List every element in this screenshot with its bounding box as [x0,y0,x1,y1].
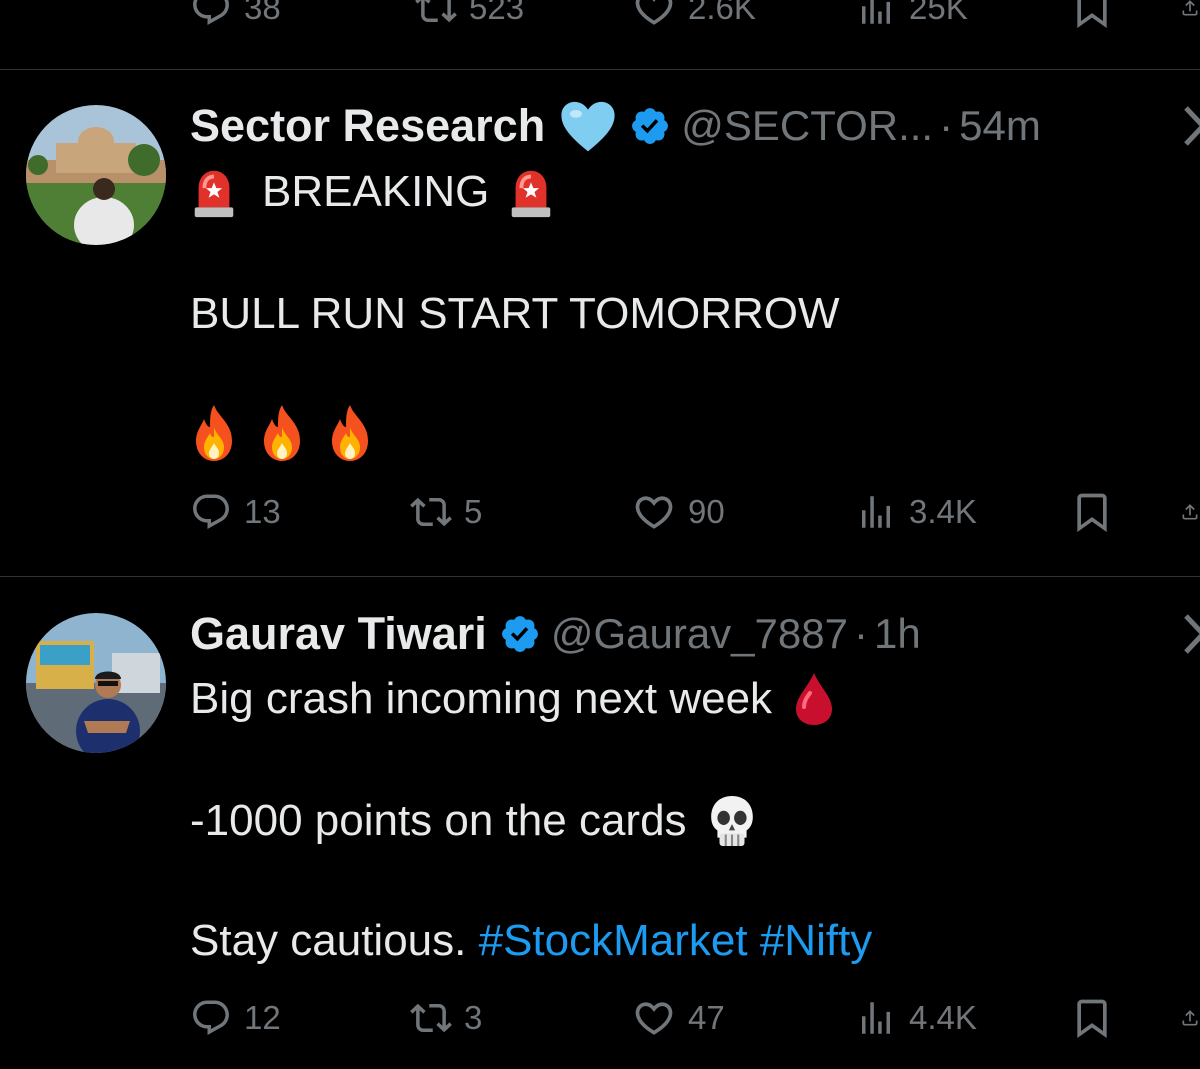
tweet-text-line: -1000 points on the cards [190,790,757,852]
views-count: 4.4K [909,999,977,1036]
verified-badge-icon [632,108,669,144]
like-button[interactable]: 47 [632,988,725,1048]
emoji-line [190,400,374,466]
share-icon [1182,0,1198,16]
breaking-label: BREAKING [262,167,490,216]
reply-button[interactable]: 12 [190,988,281,1048]
author-name[interactable]: Sector Research [190,100,545,152]
repost-button[interactable]: 3 [410,988,482,1048]
like-button[interactable]: 90 [632,482,725,542]
like-icon [635,496,673,529]
tweet-text: Stay cautious. [190,916,467,965]
tweet-divider [0,69,1200,70]
like-count: 47 [688,999,725,1036]
repost-button[interactable]: 5 [410,482,482,542]
reply-count: 12 [244,999,281,1036]
views-count: 3.4K [909,493,977,530]
like-count: 90 [688,493,725,530]
more-icon[interactable] [1180,96,1200,156]
reply-count: 13 [244,493,281,530]
share-icon [1182,504,1198,520]
more-icon[interactable] [1180,604,1200,664]
like-icon [635,1002,673,1035]
tweet-header: Sector Research @SECTOR... · 54m [190,96,1041,156]
previous-tweet-actions: 38 523 2.6K 25K [190,0,1200,38]
author-handle[interactable]: @SECTOR... [681,102,933,150]
separator-dot: · [853,610,868,657]
hashtag-link[interactable]: #Nifty [760,916,872,965]
fire-emoji [264,405,300,461]
bookmark-icon [1077,0,1107,29]
tweet-text-line: BULL RUN START TOMORROW [190,289,840,338]
reply-icon [193,0,229,25]
share-button[interactable] [1180,482,1200,542]
author-handle[interactable]: @Gaurav_7887 [551,610,848,658]
views-button[interactable]: 25K [855,0,968,38]
siren-emoji [194,170,234,218]
tweet-timestamp[interactable]: 1h [874,610,921,658]
like-count: 2.6K [688,0,756,26]
tweet-actions: 12 3 47 4.4K [190,988,1200,1048]
repost-icon [415,0,457,23]
bookmark-icon [1077,999,1107,1039]
drop-of-blood-emoji [796,673,833,725]
reply-icon [193,1000,229,1035]
tweet-text-line: Big crash incoming next week [190,668,834,730]
bookmark-button[interactable] [1070,482,1114,542]
tweet-actions: 13 5 90 3.4K [190,482,1200,542]
author-name[interactable]: Gaurav Tiwari [190,608,487,660]
like-button[interactable]: 2.6K [632,0,756,38]
views-button[interactable]: 4.4K [855,988,977,1048]
views-icon [862,0,890,24]
avatar[interactable] [26,105,166,245]
tweet-text: Big crash incoming next week [190,674,773,723]
like-icon [635,0,673,25]
repost-count: 3 [464,999,483,1036]
reply-button[interactable]: 38 [190,0,281,38]
views-icon [862,1002,890,1034]
repost-count: 5 [464,493,483,530]
hashtag-link[interactable]: #StockMarket [479,916,748,965]
fire-emoji [332,405,368,461]
fire-emoji [196,405,232,461]
repost-count: 523 [469,0,525,26]
bookmark-button[interactable] [1070,988,1114,1048]
bookmark-icon [1077,493,1107,533]
repost-icon [410,1003,452,1033]
avatar[interactable] [26,613,166,753]
views-count: 25K [909,0,968,26]
tweet-text-line: BREAKING [190,162,555,222]
reply-count: 38 [244,0,281,26]
tweet-text-line: Stay cautious. #StockMarket #Nifty [190,910,872,972]
repost-icon [410,497,452,527]
bookmark-button[interactable] [1070,0,1114,38]
views-icon [862,496,890,528]
tweet-header: Gaurav Tiwari @Gaurav_7887 · 1h [190,604,921,664]
views-button[interactable]: 3.4K [855,482,977,542]
share-button[interactable] [1180,0,1200,38]
siren-emoji [512,170,551,218]
share-icon [1182,1010,1198,1026]
tweet-divider [0,576,1200,577]
separator-dot: · [939,102,954,149]
reply-button[interactable]: 13 [190,482,281,542]
share-button[interactable] [1180,988,1200,1048]
repost-button[interactable]: 523 [415,0,524,38]
tweet-text: -1000 points on the cards [190,796,687,845]
blue-heart-emoji [561,101,615,152]
tweet-timestamp[interactable]: 54m [959,102,1041,150]
skull-emoji [710,796,753,846]
reply-icon [193,494,229,529]
verified-badge-icon [501,616,538,652]
